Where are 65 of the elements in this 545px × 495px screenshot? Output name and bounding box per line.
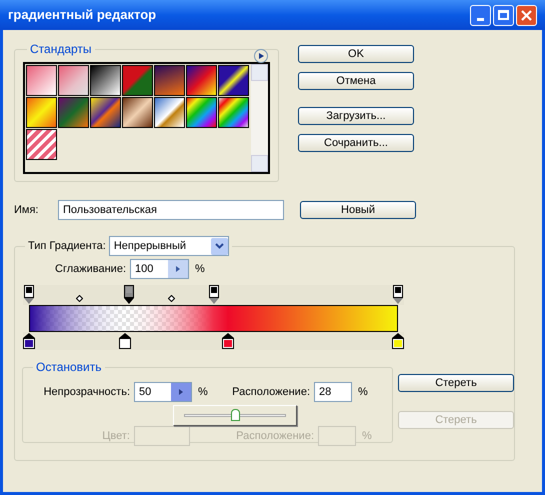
- location-label: Расположение:: [235, 428, 315, 444]
- gradient-swatch[interactable]: [218, 65, 249, 96]
- close-icon: [521, 10, 532, 20]
- gradient-swatch[interactable]: [186, 97, 217, 128]
- color-stop[interactable]: [222, 333, 234, 349]
- chevron-down-icon: [214, 243, 224, 249]
- minimize-button[interactable]: [470, 4, 491, 26]
- presets-legend: Стандарты: [27, 40, 95, 58]
- gradient-swatch[interactable]: [122, 97, 153, 128]
- percent-label: %: [195, 262, 205, 277]
- arrow-button[interactable]: [168, 260, 188, 278]
- percent-label: %: [198, 384, 209, 400]
- arrow-button[interactable]: [171, 383, 191, 401]
- gradient-swatch[interactable]: [58, 97, 89, 128]
- color-label: Цвет:: [101, 428, 131, 444]
- gradient-swatch[interactable]: [122, 65, 153, 96]
- play-icon: [258, 53, 264, 59]
- gradient-type-dropdown[interactable]: Непрерывный: [108, 236, 229, 256]
- opacity-field[interactable]: 50: [134, 382, 192, 402]
- midpoint-icon[interactable]: [168, 295, 176, 302]
- new-button[interactable]: Новый: [300, 201, 416, 219]
- chevron-right-icon: [179, 389, 183, 395]
- color-stop[interactable]: [118, 333, 131, 349]
- gradient-swatch[interactable]: [26, 97, 57, 128]
- color-stop[interactable]: [23, 333, 35, 349]
- dialog-button[interactable]: Отмена: [298, 72, 414, 90]
- color-stop[interactable]: [392, 333, 404, 349]
- opacity-stop[interactable]: [393, 285, 403, 304]
- gradient-bar[interactable]: [29, 305, 398, 332]
- gradient-swatch[interactable]: [154, 97, 185, 128]
- opacity-stop[interactable]: [124, 285, 134, 304]
- stop-legend: Остановить: [33, 358, 104, 376]
- dialog-button[interactable]: Загрузить...: [298, 107, 414, 125]
- percent-label: %: [358, 384, 368, 400]
- gradient-swatch[interactable]: [186, 65, 217, 96]
- chevron-right-icon: [176, 266, 180, 272]
- gradient-swatch[interactable]: [154, 65, 185, 96]
- opacity-stop[interactable]: [24, 285, 34, 304]
- opacity-label: Непрозрачность:: [42, 384, 131, 400]
- gradient-swatch[interactable]: [26, 129, 57, 160]
- gradient-swatch[interactable]: [90, 97, 121, 128]
- gradient-swatch[interactable]: [58, 65, 89, 96]
- dialog-button[interactable]: Сочранить...: [298, 134, 414, 152]
- name-field[interactable]: Пользовательская: [58, 200, 284, 220]
- midpoint-icon[interactable]: [76, 295, 83, 302]
- dialog-button[interactable]: OK: [298, 45, 414, 63]
- maximize-button[interactable]: [493, 4, 514, 26]
- slider-track[interactable]: [184, 409, 286, 422]
- gradient-swatch[interactable]: [90, 65, 121, 96]
- gradient-swatch[interactable]: [218, 97, 249, 128]
- opacity-stop[interactable]: [208, 285, 218, 304]
- delete-button[interactable]: Стереть: [398, 374, 514, 392]
- scrollbar[interactable]: [251, 64, 268, 172]
- location-label: Расположение:: [231, 384, 311, 400]
- slider-thumb[interactable]: [231, 409, 240, 421]
- name-label: Имя:: [14, 202, 40, 218]
- location-field[interactable]: 28: [314, 382, 352, 402]
- smoothing-label: Сглаживание:: [54, 262, 127, 277]
- gradient-swatch[interactable]: [26, 65, 57, 96]
- gradient-type-label: Тип Градиента:: [28, 238, 106, 254]
- smoothing-field[interactable]: 100: [130, 259, 189, 279]
- window-title: градиентный редактор: [8, 6, 158, 24]
- menu-arrow-button[interactable]: [254, 49, 268, 63]
- percent-label: %: [362, 428, 372, 444]
- close-button[interactable]: [516, 4, 537, 26]
